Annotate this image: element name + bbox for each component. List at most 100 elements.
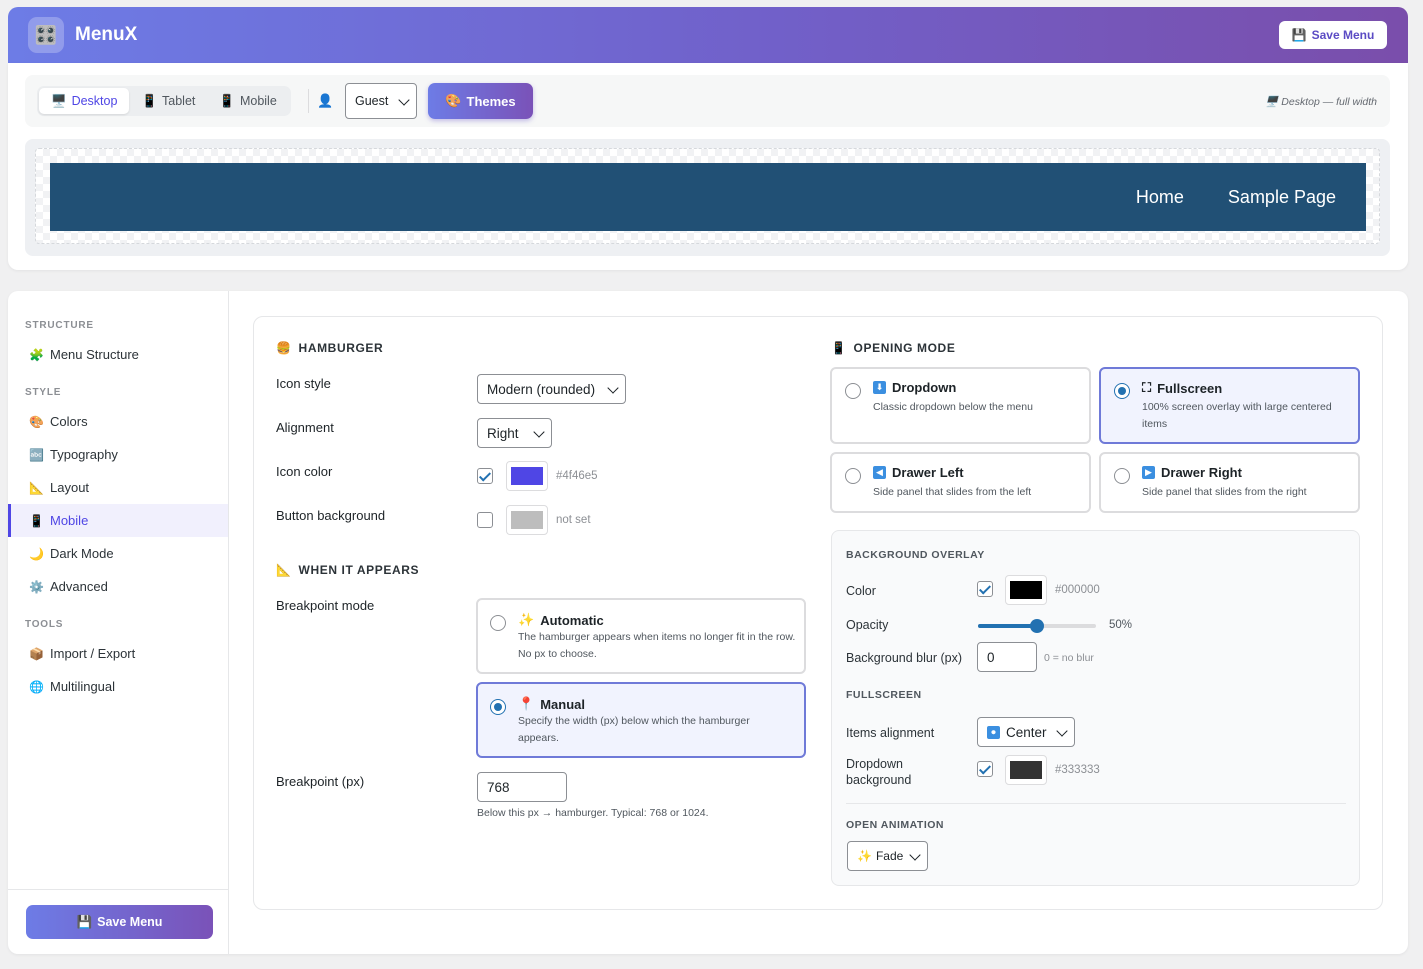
- sidebar-save-button[interactable]: 💾 Save Menu: [26, 905, 213, 939]
- dropdown-background-hex: #333333: [1055, 764, 1100, 776]
- overlay-color-checkbox[interactable]: [977, 581, 993, 597]
- ruler-icon: 📐: [29, 480, 44, 495]
- puzzle-icon: 🧩: [29, 347, 44, 362]
- chevron-down-icon: [1056, 725, 1068, 737]
- preview-menu-bar: Home Sample Page: [50, 163, 1366, 231]
- manual-description: Specify the width (px) below which the h…: [518, 715, 750, 744]
- text-icon: 🔤: [29, 447, 44, 462]
- background-blur-help: 0 = no blur: [1044, 652, 1094, 664]
- breakpoint-px-input[interactable]: 768: [477, 772, 567, 802]
- toolbar-divider: [308, 89, 309, 113]
- manual-radio[interactable]: [490, 699, 506, 715]
- chevron-down-icon: [533, 426, 545, 438]
- drawer-left-radio[interactable]: [845, 468, 861, 484]
- overlay-settings-panel: BACKGROUND OVERLAY Color #000000 Opacity…: [831, 530, 1360, 886]
- sidebar-section-tools: TOOLS: [25, 619, 64, 630]
- automatic-title: ✨ Automatic: [518, 612, 604, 628]
- opening-mode-section-title: 📱 OPENING MODE: [831, 341, 955, 355]
- icon-color-label: Icon color: [276, 464, 333, 479]
- arrow-left-icon: ◀: [873, 466, 886, 479]
- button-background-swatch[interactable]: [506, 505, 548, 535]
- icon-color-checkbox[interactable]: [477, 468, 493, 484]
- sparkles-icon: ✨: [518, 612, 535, 627]
- center-icon: ⏺: [987, 725, 1000, 739]
- save-icon: 💾: [1291, 28, 1307, 42]
- when-appears-title-text: WHEN IT APPEARS: [298, 563, 420, 577]
- open-animation-value: Fade: [875, 849, 904, 863]
- button-background-checkbox[interactable]: [477, 512, 493, 528]
- pin-icon: 📍: [518, 696, 535, 711]
- device-switcher: 🖥️ Desktop 📱 Tablet 📱 Mobile: [37, 86, 291, 116]
- dropdown-background-label-line-2: background: [846, 773, 912, 787]
- sidebar-item-multilingual[interactable]: 🌐 Multilingual: [8, 670, 228, 703]
- dropdown-background-swatch[interactable]: [1005, 755, 1047, 785]
- hamburger-title-text: HAMBURGER: [298, 341, 384, 355]
- drawer-right-radio[interactable]: [1114, 468, 1130, 484]
- breakpoint-mode-automatic[interactable]: ✨ Automatic The hamburger appears when i…: [476, 598, 806, 674]
- role-select[interactable]: Guest: [345, 83, 417, 119]
- themes-button[interactable]: 🎨 Themes: [428, 83, 533, 119]
- preview-area: Home Sample Page: [25, 139, 1390, 256]
- open-animation-select[interactable]: ✨ Fade: [847, 841, 928, 871]
- sidebar-item-dark-mode[interactable]: 🌙 Dark Mode: [8, 537, 228, 570]
- dropdown-background-label: Dropdown background: [846, 756, 911, 788]
- sidebar-item-mobile[interactable]: 📱 Mobile: [8, 504, 228, 537]
- fullscreen-title-text: Fullscreen: [1157, 380, 1223, 396]
- icon-style-select[interactable]: Modern (rounded): [477, 374, 626, 404]
- sidebar-item-import-export[interactable]: 📦 Import / Export: [8, 637, 228, 670]
- preview-toolbar: 🖥️ Desktop 📱 Tablet 📱 Mobile 👤 Guest 🎨 T…: [25, 75, 1390, 127]
- dropdown-radio[interactable]: [845, 383, 861, 399]
- opening-mode-fullscreen[interactable]: ⛶ Fullscreen 100% screen overlay with la…: [1099, 367, 1360, 444]
- breakpoint-mode-manual[interactable]: 📍 Manual Specify the width (px) below wh…: [476, 682, 806, 758]
- sidebar-item-label: Typography: [50, 447, 118, 462]
- breakpoint-mode-label: Breakpoint mode: [276, 598, 375, 613]
- mobile-icon: 📱: [831, 341, 847, 355]
- sidebar-item-colors[interactable]: 🎨 Colors: [8, 405, 228, 438]
- dropdown-title: ⬇ Dropdown: [873, 380, 956, 395]
- items-alignment-select[interactable]: ⏺ Center: [977, 717, 1075, 747]
- sidebar-item-typography[interactable]: 🔤 Typography: [8, 438, 228, 471]
- automatic-radio[interactable]: [490, 615, 506, 631]
- palette-icon: 🎨: [445, 93, 462, 108]
- dropdown-title-text: Dropdown: [892, 380, 957, 395]
- mobile-icon: 📱: [29, 513, 44, 528]
- sidebar-item-menu-structure[interactable]: 🧩 Menu Structure: [8, 338, 228, 371]
- when-appears-section-title: 📐 WHEN IT APPEARS: [276, 563, 419, 577]
- alignment-select[interactable]: Right: [477, 418, 552, 448]
- hamburger-section-title: 🍔 HAMBURGER: [276, 341, 383, 355]
- sidebar: STRUCTURE 🧩 Menu Structure STYLE 🎨 Color…: [8, 291, 229, 954]
- opacity-value: 50%: [1109, 619, 1133, 631]
- opening-mode-dropdown[interactable]: ⬇ Dropdown Classic dropdown below the me…: [830, 367, 1091, 444]
- device-mobile-button[interactable]: 📱 Mobile: [207, 88, 288, 114]
- sidebar-divider: [8, 889, 228, 890]
- header-save-button[interactable]: 💾 Save Menu: [1279, 21, 1387, 49]
- manual-title-text: Manual: [540, 696, 585, 712]
- icon-color-hex: #4f46e5: [556, 470, 598, 482]
- background-blur-input[interactable]: 0: [977, 642, 1037, 672]
- opening-mode-drawer-left[interactable]: ◀ Drawer Left Side panel that slides fro…: [830, 452, 1091, 513]
- device-desktop-button[interactable]: 🖥️ Desktop: [39, 88, 130, 114]
- fullscreen-heading: FULLSCREEN: [846, 689, 922, 701]
- icon-style-value: Modern (rounded): [487, 381, 596, 397]
- device-desktop-label: Desktop: [71, 94, 118, 108]
- dropdown-background-label-line-1: Dropdown: [846, 757, 903, 771]
- sidebar-item-advanced[interactable]: ⚙️ Advanced: [8, 570, 228, 603]
- dropdown-background-checkbox[interactable]: [977, 761, 993, 777]
- sidebar-item-label: Menu Structure: [50, 347, 139, 362]
- opacity-slider-handle[interactable]: [1030, 619, 1044, 633]
- fullscreen-radio[interactable]: [1114, 383, 1130, 399]
- preview-menu-item-sample-page[interactable]: Sample Page: [1228, 187, 1336, 208]
- overlay-color-swatch[interactable]: [1005, 575, 1047, 605]
- moon-icon: 🌙: [29, 546, 44, 561]
- manual-title: 📍 Manual: [518, 696, 585, 712]
- app-title: MenuX: [75, 24, 138, 45]
- device-tablet-button[interactable]: 📱 Tablet: [129, 88, 207, 114]
- opacity-slider[interactable]: [978, 619, 1096, 633]
- burger-icon: 🍔: [276, 341, 292, 355]
- sidebar-item-layout[interactable]: 📐 Layout: [8, 471, 228, 504]
- preview-menu-item-home[interactable]: Home: [1136, 187, 1184, 208]
- panel-divider: [846, 803, 1346, 804]
- opening-mode-drawer-right[interactable]: ▶ Drawer Right Side panel that slides fr…: [1099, 452, 1360, 513]
- sidebar-item-label: Mobile: [50, 513, 89, 528]
- icon-color-swatch[interactable]: [506, 461, 548, 491]
